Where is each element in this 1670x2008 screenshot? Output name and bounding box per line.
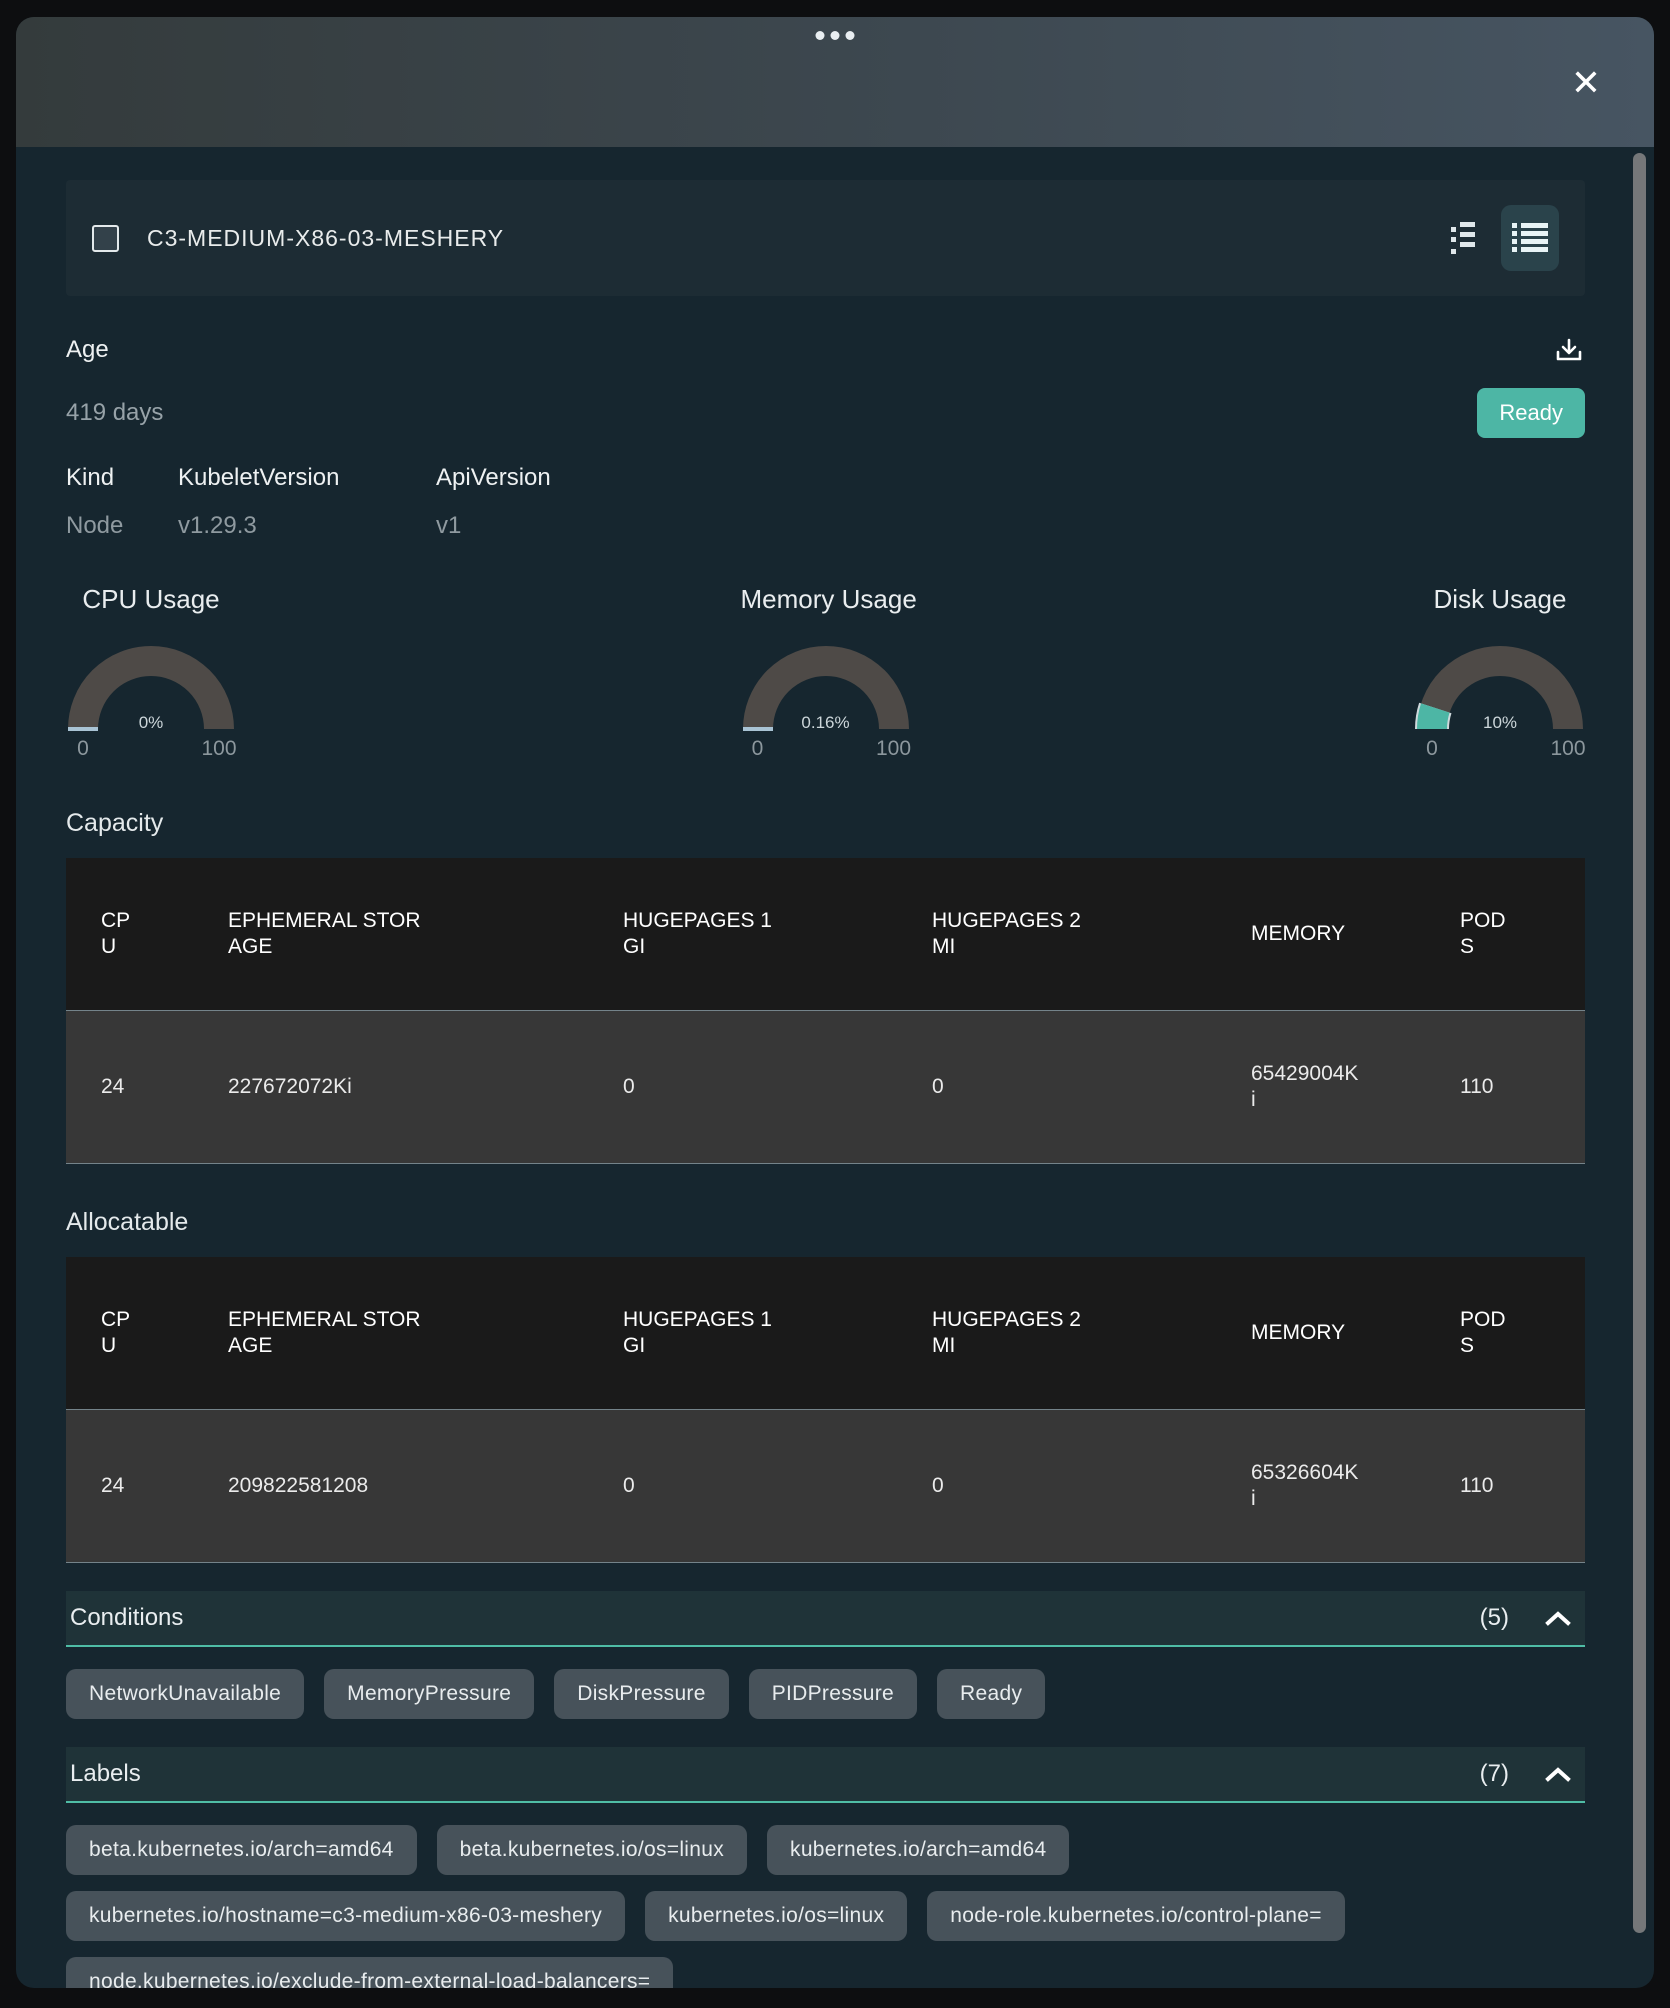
download-icon: [1553, 336, 1585, 368]
download-button[interactable]: [1553, 336, 1585, 368]
column-header: CPU: [101, 908, 139, 960]
cpu-usage-gauge: CPU Usage 0% 0 100: [66, 584, 236, 765]
column-header: HUGEPAGES 1 GI: [623, 1307, 783, 1359]
condition-chip: Ready: [937, 1669, 1045, 1719]
cell-hugepages-1gi: 0: [623, 1473, 635, 1499]
cell-memory: 65429004Ki: [1251, 1061, 1360, 1113]
conditions-count: (5): [1480, 1604, 1509, 1632]
column-header: EPHEMERAL STORAGE: [228, 1307, 428, 1359]
column-header: HUGEPAGES 1 GI: [623, 908, 783, 960]
chevron-up-icon[interactable]: [1545, 1766, 1571, 1782]
label-chip: node-role.kubernetes.io/control-plane=: [927, 1891, 1345, 1941]
gauge-title: Memory Usage: [741, 584, 911, 615]
capacity-heading: Capacity: [66, 809, 1585, 838]
meta-fields: Kind Node KubeletVersion v1.29.3 ApiVers…: [66, 464, 1585, 540]
status-badge: Ready: [1477, 388, 1585, 438]
label-chip: kubernetes.io/os=linux: [645, 1891, 907, 1941]
cell-cpu: 24: [101, 1074, 124, 1100]
node-checkbox[interactable]: [92, 225, 119, 252]
labels-section-header[interactable]: Labels (7): [66, 1747, 1585, 1803]
label-chip: kubernetes.io/arch=amd64: [767, 1825, 1069, 1875]
conditions-chips: NetworkUnavailable MemoryPressure DiskPr…: [66, 1669, 1585, 1719]
cell-memory: 65326604Ki: [1251, 1460, 1360, 1512]
labels-count: (7): [1480, 1760, 1509, 1788]
label-chip: beta.kubernetes.io/arch=amd64: [66, 1825, 417, 1875]
cell-hugepages-2mi: 0: [932, 1473, 944, 1499]
labels-chips: beta.kubernetes.io/arch=amd64 beta.kuber…: [66, 1825, 1585, 1988]
gauge-min: 0: [1426, 737, 1438, 761]
condition-chip: DiskPressure: [554, 1669, 728, 1719]
cell-pods: 110: [1460, 1473, 1493, 1499]
gauge-percent: 10%: [1483, 713, 1517, 733]
list-icon: [1512, 222, 1548, 254]
table-header-row: CPU EPHEMERAL STORAGE HUGEPAGES 1 GI HUG…: [66, 858, 1585, 1011]
kubeletversion-label: KubeletVersion: [178, 464, 436, 492]
compact-list-icon: [1451, 220, 1477, 256]
label-chip: kubernetes.io/hostname=c3-medium-x86-03-…: [66, 1891, 625, 1941]
gauge-title: CPU Usage: [66, 584, 236, 615]
kind-label: Kind: [66, 464, 178, 492]
memory-usage-gauge: Memory Usage 0.16% 0 100: [741, 584, 911, 765]
cell-cpu: 24: [101, 1473, 124, 1499]
gauge-percent: 0.16%: [801, 713, 849, 733]
labels-title: Labels: [70, 1760, 141, 1788]
node-details-modal: ✕ C3-MEDIUM-X86-03-MESHERY: [16, 17, 1654, 1988]
cell-pods: 110: [1460, 1074, 1493, 1100]
compact-view-toggle[interactable]: [1445, 214, 1483, 262]
gauge-max: 100: [876, 737, 911, 761]
conditions-title: Conditions: [70, 1604, 183, 1632]
modal-content: C3-MEDIUM-X86-03-MESHERY: [16, 147, 1654, 1988]
condition-chip: MemoryPressure: [324, 1669, 534, 1719]
table-row: 24 209822581208 0 0 65326604Ki 110: [66, 1410, 1585, 1563]
column-header: MEMORY: [1251, 1320, 1345, 1346]
close-button[interactable]: ✕: [1564, 61, 1608, 105]
modal-header: ✕: [16, 17, 1654, 147]
column-header: MEMORY: [1251, 921, 1345, 947]
column-header: HUGEPAGES 2 MI: [932, 1307, 1092, 1359]
conditions-section-header[interactable]: Conditions (5): [66, 1591, 1585, 1647]
cell-ephemeral-storage: 209822581208: [228, 1473, 368, 1499]
node-title: C3-MEDIUM-X86-03-MESHERY: [147, 225, 504, 252]
condition-chip: PIDPressure: [749, 1669, 917, 1719]
disk-usage-gauge: Disk Usage 10% 0 100: [1415, 584, 1585, 765]
column-header: EPHEMERAL STORAGE: [228, 908, 428, 960]
column-header: HUGEPAGES 2 MI: [932, 908, 1092, 960]
capacity-table: CPU EPHEMERAL STORAGE HUGEPAGES 1 GI HUG…: [66, 858, 1585, 1164]
label-chip: beta.kubernetes.io/os=linux: [437, 1825, 747, 1875]
apiversion-label: ApiVersion: [436, 464, 551, 492]
node-title-card: C3-MEDIUM-X86-03-MESHERY: [66, 180, 1585, 296]
gauge-percent: 0%: [139, 713, 164, 733]
label-chip: node.kubernetes.io/exclude-from-external…: [66, 1957, 673, 1988]
cell-ephemeral-storage: 227672072Ki: [228, 1074, 352, 1100]
allocatable-table: CPU EPHEMERAL STORAGE HUGEPAGES 1 GI HUG…: [66, 1257, 1585, 1563]
column-header: CPU: [101, 1307, 139, 1359]
list-view-toggle[interactable]: [1501, 205, 1559, 271]
gauge-max: 100: [201, 737, 236, 761]
table-row: 24 227672072Ki 0 0 65429004Ki 110: [66, 1011, 1585, 1164]
age-value: 419 days: [66, 399, 163, 427]
condition-chip: NetworkUnavailable: [66, 1669, 304, 1719]
apiversion-value: v1: [436, 512, 551, 540]
gauge-title: Disk Usage: [1415, 584, 1585, 615]
drag-handle-icon[interactable]: [816, 31, 855, 40]
kind-value: Node: [66, 512, 178, 540]
column-header: PODS: [1460, 908, 1512, 960]
column-header: PODS: [1460, 1307, 1512, 1359]
kubeletversion-value: v1.29.3: [178, 512, 436, 540]
cell-hugepages-2mi: 0: [932, 1074, 944, 1100]
gauge-max: 100: [1550, 737, 1585, 761]
gauge-min: 0: [77, 737, 89, 761]
gauge-min: 0: [752, 737, 764, 761]
allocatable-heading: Allocatable: [66, 1208, 1585, 1237]
scrollbar-thumb[interactable]: [1633, 153, 1646, 1933]
cell-hugepages-1gi: 0: [623, 1074, 635, 1100]
usage-gauges: CPU Usage 0% 0 100 Memory Usage 0.16% 0 …: [66, 584, 1585, 765]
table-header-row: CPU EPHEMERAL STORAGE HUGEPAGES 1 GI HUG…: [66, 1257, 1585, 1410]
age-label: Age: [66, 336, 109, 364]
chevron-up-icon[interactable]: [1545, 1610, 1571, 1626]
